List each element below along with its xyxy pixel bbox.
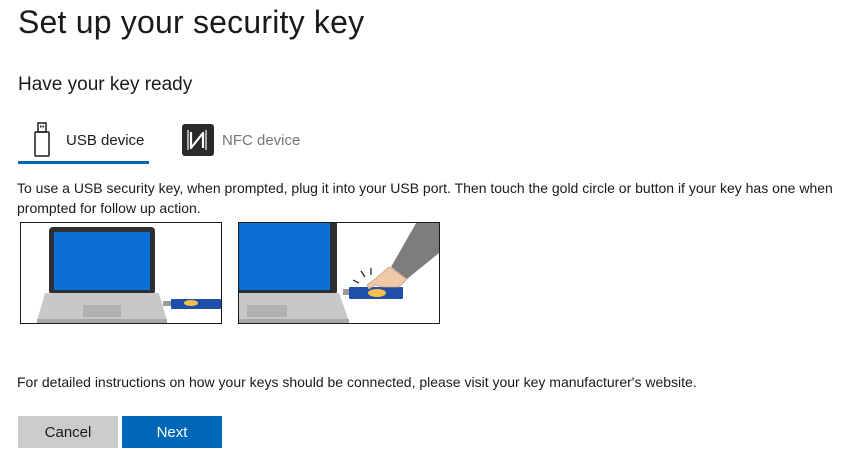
- next-button[interactable]: Next: [122, 416, 222, 448]
- selected-tab-indicator: [18, 161, 149, 164]
- page-title: Set up your security key: [18, 4, 365, 40]
- tab-usb-label: USB device: [66, 131, 145, 149]
- manufacturer-instructions-note: For detailed instructions on how your ke…: [17, 374, 697, 390]
- touch-key-illustration: [238, 222, 440, 324]
- cancel-button[interactable]: Cancel: [18, 416, 118, 448]
- page-subtitle: Have your key ready: [18, 74, 193, 95]
- usb-icon: [34, 122, 50, 157]
- tab-usb-device[interactable]: USB device: [18, 116, 149, 164]
- tab-nfc-device[interactable]: NFC device: [182, 116, 332, 164]
- finger-touch-image: [239, 223, 439, 323]
- usb-instruction-text: To use a USB security key, when prompted…: [17, 180, 833, 216]
- laptop-usb-image: [37, 227, 221, 323]
- tab-nfc-label: NFC device: [222, 131, 301, 149]
- nfc-icon: [182, 124, 214, 156]
- usb-plug-in-illustration: [20, 222, 222, 324]
